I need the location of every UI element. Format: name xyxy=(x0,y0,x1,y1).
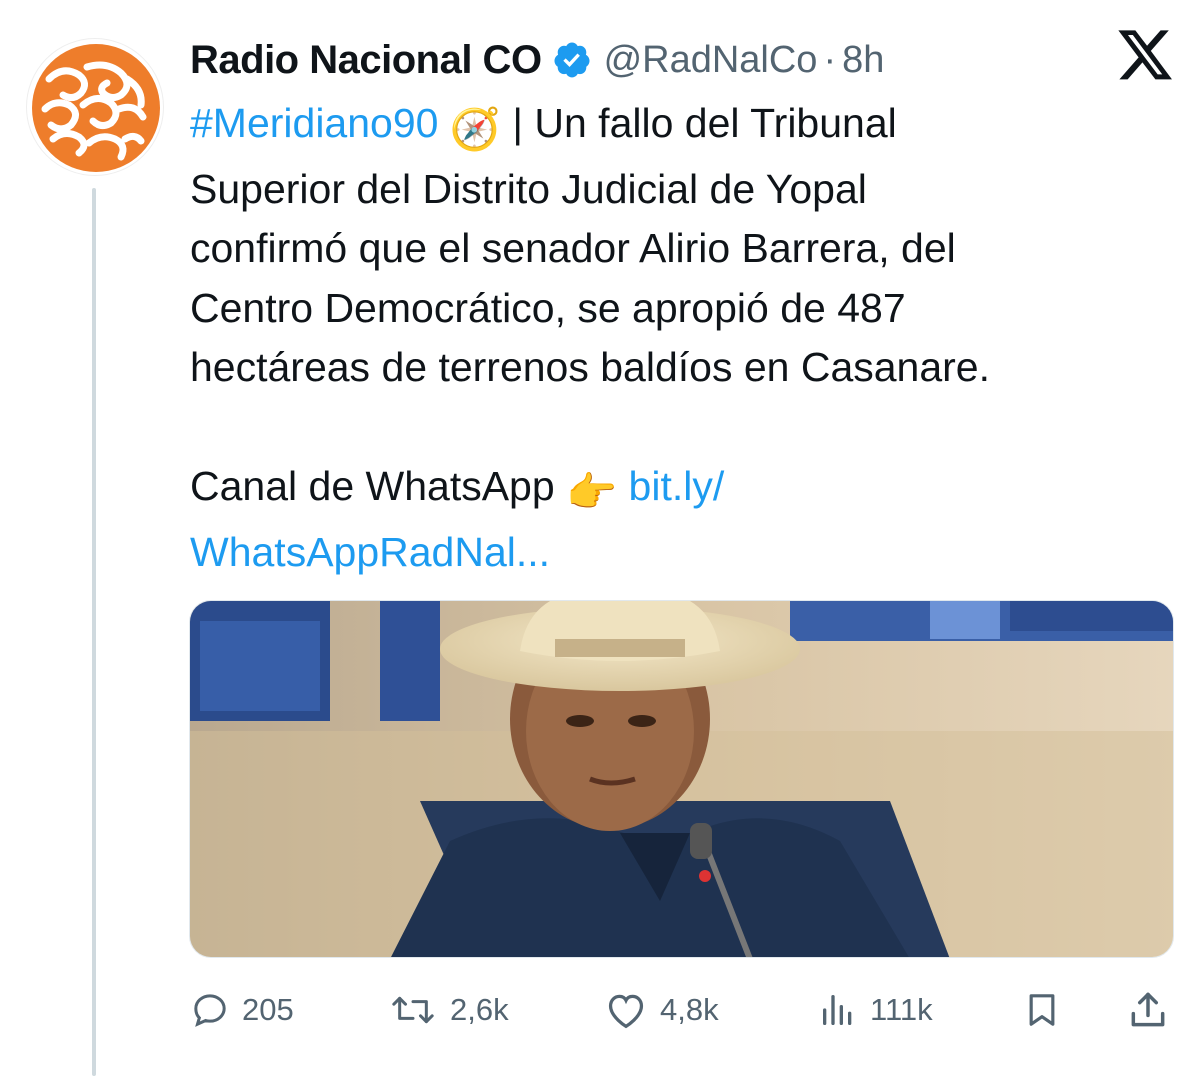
whatsapp-link-part-2[interactable]: WhatsAppRadNal... xyxy=(190,523,1150,583)
whatsapp-label: Canal de WhatsApp xyxy=(190,463,555,509)
tweet-text-line-1: | Un fallo del Tribunal xyxy=(512,100,897,146)
tweet-text-line-4: Centro Democrático, se apropió de 487 xyxy=(190,284,906,331)
senator-photo-image xyxy=(190,601,1173,957)
tweet-text-line-2: Superior del Distrito Judicial de Yopal xyxy=(190,165,867,212)
tweet-text-line-3: confirmó que el senador Alirio Barrera, … xyxy=(190,225,956,271)
reply-button[interactable]: 205 xyxy=(190,985,294,1035)
separator-dot: · xyxy=(823,38,837,81)
share-icon xyxy=(1131,992,1165,1027)
verified-badge-icon xyxy=(554,42,590,78)
tweet-media-photo[interactable] xyxy=(189,600,1174,958)
like-button[interactable]: 4,8k xyxy=(604,985,719,1035)
hashtag-link[interactable]: #Meridiano90 xyxy=(190,100,438,146)
views-chart-icon xyxy=(823,995,852,1025)
author-avatar[interactable] xyxy=(26,38,164,176)
reply-count: 205 xyxy=(242,992,294,1027)
reply-icon xyxy=(194,994,226,1027)
like-count: 4,8k xyxy=(660,992,719,1027)
compass-emoji-icon: 🧭 xyxy=(449,106,501,152)
views-button[interactable]: 111k xyxy=(818,985,933,1035)
tweet-body: #Meridiano90 🧭 | Un fallo del Tribunal S… xyxy=(190,94,1150,582)
whatsapp-link-part-1[interactable]: bit.ly/ xyxy=(629,463,725,509)
author-handle[interactable]: @RadNalCo xyxy=(604,39,818,82)
tweet-line-whatsapp: Canal de WhatsApp 👉 bit.ly/ xyxy=(190,457,1150,523)
tweet-line-1: #Meridiano90 🧭 | Un fallo del Tribunal xyxy=(190,94,1150,160)
radio-nacional-logo-icon xyxy=(32,44,160,172)
heart-icon xyxy=(608,994,644,1029)
bookmark-button[interactable] xyxy=(1022,985,1074,1035)
view-count: 111k xyxy=(870,992,933,1027)
tweet-text-line-5: hectáreas de terrenos baldíos en Casanar… xyxy=(190,344,991,390)
tweet-timestamp[interactable]: 8h xyxy=(842,39,884,82)
tweet-header: Radio Nacional CO @RadNalCo · 8h xyxy=(190,34,884,86)
repost-icon xyxy=(392,996,434,1024)
repost-count: 2,6k xyxy=(450,992,509,1027)
tweet-actions-bar: 205 2,6k 4,8k 111k xyxy=(190,985,1174,1035)
thread-line xyxy=(92,188,96,1076)
repost-button[interactable]: 2,6k xyxy=(388,985,509,1035)
author-name[interactable]: Radio Nacional CO xyxy=(190,38,542,83)
x-logo-icon[interactable] xyxy=(1118,30,1174,82)
pointing-right-emoji-icon: 👉 xyxy=(566,469,618,515)
bookmark-icon xyxy=(1029,994,1055,1026)
share-button[interactable] xyxy=(1126,985,1182,1035)
